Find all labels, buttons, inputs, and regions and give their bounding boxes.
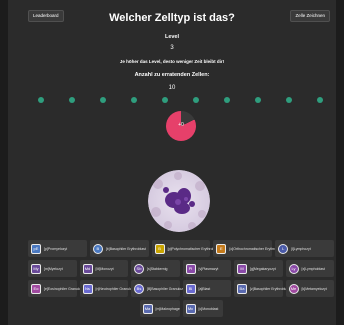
cell-type-icon: Sb [134, 263, 144, 274]
progress-dot [224, 97, 230, 103]
answer-label: [p]Promyelozyt [44, 246, 68, 251]
answer-button[interactable]: Ly [x]Lymphoblast [285, 260, 334, 277]
progress-dot [193, 97, 199, 103]
answer-button[interactable]: M [g]Megakaryozyt [234, 260, 283, 277]
answer-label: [k]Metamyelozyt [301, 286, 327, 291]
answer-label: [s]Stabkernig [147, 266, 168, 271]
progress-dots [38, 97, 323, 103]
answer-button[interactable]: Mc [c]Monoblast [182, 300, 223, 317]
answer-button[interactable]: Eo [e]Eosinophiler Granulozyt [28, 280, 85, 297]
progress-dot [100, 97, 106, 103]
answer-label: [c]Monoblast [198, 306, 219, 311]
answer-label: [l]Lymphozyt [291, 246, 311, 251]
answer-button[interactable]: B [b]Basophiler Erythroblast [89, 240, 149, 257]
answer-label: [p]Polychromatischer Erythroblast [167, 246, 220, 251]
answer-button[interactable]: Ns [n]Neutrophiler Granulozyt [79, 280, 136, 297]
answer-button[interactable]: E [o]Orthochromatischer Erythroblast [213, 240, 284, 257]
cell-type-icon: Me [288, 283, 299, 294]
level-value: 3 [170, 45, 174, 51]
answer-button[interactable]: pE [p]Promyelozyt [28, 240, 87, 257]
progress-dot [162, 97, 168, 103]
answer-label: [x]Lymphoblast [301, 266, 325, 271]
cell-type-icon: E [216, 243, 227, 254]
cell-type-icon: Ma [142, 303, 153, 314]
progress-dot [286, 97, 292, 103]
answer-label: [e]Eosinophiler Granulozyt [44, 286, 86, 291]
answer-button[interactable]: Ba [z]Basophiler Erythroblast [234, 280, 290, 297]
answer-label: [a]Blast [198, 286, 211, 291]
progress-dot [255, 97, 261, 103]
page-title: Welcher Zelltyp ist das? [109, 12, 235, 24]
answer-button[interactable]: Pl [v]Plasmazyt [182, 260, 231, 277]
cell-type-icon: Bl [185, 283, 196, 294]
progress-dot [131, 97, 137, 103]
cell-microscope-image [148, 170, 210, 232]
cell-type-icon: Bs [134, 283, 144, 294]
answer-button[interactable]: L [l]Lymphozyt [275, 240, 334, 257]
cell-type-icon: Ba [237, 283, 247, 294]
cell-type-icon: Ly [288, 263, 299, 274]
progress-dot [69, 97, 75, 103]
answer-label: [z]Basophiler Erythroblast [250, 286, 290, 291]
answer-label: [g]Megakaryozyt [250, 266, 276, 271]
remaining-cells-label: Anzahl zu erratenden Zellen: [134, 72, 210, 78]
answer-label: [v]Plasmazyt [198, 266, 219, 271]
answer-button[interactable]: Me [k]Metamyelozyt [285, 280, 334, 297]
answer-button[interactable]: B [p]Polychromatischer Erythroblast [151, 240, 220, 257]
answer-label: [m]Makrophage [155, 306, 180, 311]
cell-type-icon: Eo [31, 283, 41, 294]
cell-type-icon: pE [31, 243, 41, 254]
remaining-cells-value: 10 [168, 85, 176, 91]
answer-label: [b]Basophiler Erythroblast [105, 246, 146, 251]
answer-button[interactable]: Bs [B]Basophiler Granulozyt [131, 280, 186, 297]
cell-type-icon: My [31, 263, 41, 274]
difficulty-hint: Je höher das Level, desto weniger Zeit b… [119, 59, 225, 64]
answer-button[interactable]: Sb [s]Stabkernig [131, 260, 180, 277]
cell-type-icon: Mc [185, 303, 196, 314]
cell-type-icon: B [92, 243, 103, 254]
level-label: Level [164, 34, 180, 40]
progress-dot [317, 97, 323, 103]
timer-text: +0 [178, 122, 184, 128]
progress-dot [38, 97, 44, 103]
answer-button[interactable]: Bl [a]Blast [182, 280, 231, 297]
answer-button[interactable]: My [m]Myelozyt [28, 260, 77, 277]
cell-type-icon: M [237, 263, 247, 274]
cell-type-icon: Md [82, 263, 93, 274]
cell-type-icon: B [154, 243, 165, 254]
cell-type-icon: Ns [82, 283, 93, 294]
cell-type-icon: Pl [185, 263, 196, 274]
answer-label: [M]Monozyt [95, 266, 114, 271]
answer-label: [m]Myelozyt [44, 266, 63, 271]
answer-label: [B]Basophiler Granulozyt [147, 286, 186, 291]
answer-button[interactable]: Md [M]Monozyt [79, 260, 128, 277]
cell-type-icon: L [278, 243, 289, 254]
answer-button[interactable]: Ma [m]Makrophage [139, 300, 180, 317]
